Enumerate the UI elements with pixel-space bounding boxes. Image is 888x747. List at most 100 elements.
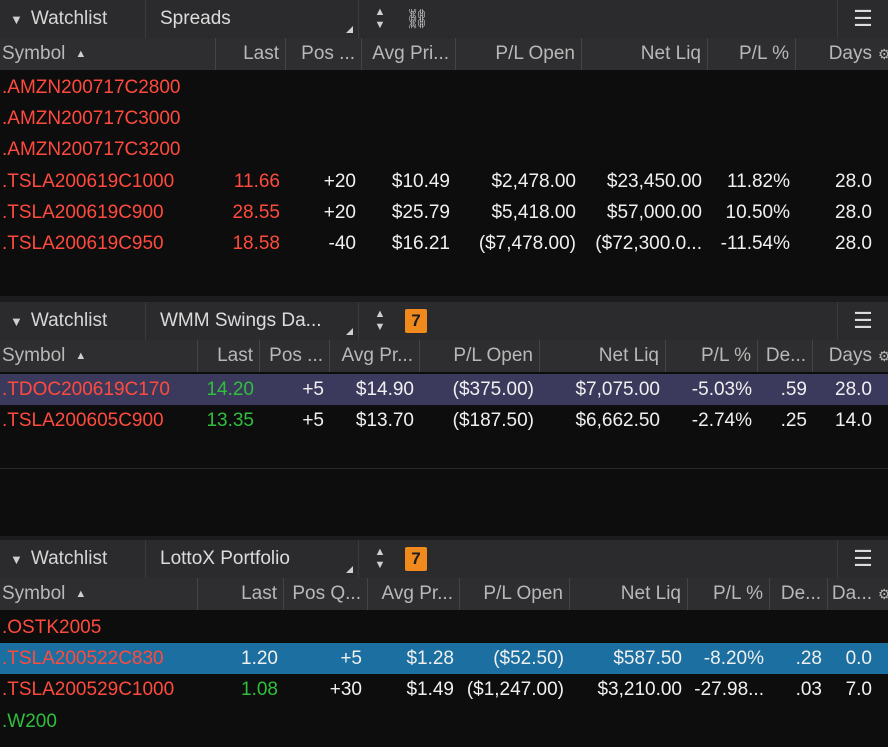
sort-asc-icon: ▲ xyxy=(75,588,87,600)
table-row[interactable]: .TSLA200619C950 18.58 -40 $16.21 ($7,478… xyxy=(0,228,888,259)
table-row[interactable]: .OSTK2005 xyxy=(0,612,216,643)
cell-symbol: .W200 xyxy=(2,710,57,732)
cell-pl-pct: -8.20% xyxy=(703,647,764,669)
hamburger-menu-icon[interactable]: ☰ xyxy=(837,540,888,578)
cell-pos: +5 xyxy=(302,409,324,431)
gear-icon[interactable]: ⚙ xyxy=(878,340,888,372)
column-last[interactable]: Last xyxy=(198,340,260,372)
cell-symbol: .TSLA200619C900 xyxy=(2,201,164,223)
hamburger-menu-icon[interactable]: ☰ xyxy=(837,0,888,38)
cell-last: 13.35 xyxy=(206,409,254,431)
column-avg-price[interactable]: Avg Pri... xyxy=(362,38,456,70)
column-days[interactable]: Days xyxy=(796,38,878,70)
panel-header: ▼ Watchlist WMM Swings Da... ▲ ▼ 7 ☰ xyxy=(0,302,888,341)
table-row[interactable]: .AMZN200717C3000 xyxy=(0,103,216,134)
column-pl-pct[interactable]: P/L % xyxy=(708,38,796,70)
column-pl-open[interactable]: P/L Open xyxy=(456,38,582,70)
cell-net-liq: $3,210.00 xyxy=(597,678,682,700)
cell-net-liq: $23,450.00 xyxy=(606,170,702,192)
column-days[interactable]: Da... xyxy=(828,578,878,610)
column-pos[interactable]: Pos Q... xyxy=(284,578,368,610)
cell-pl-open: ($7,478.00) xyxy=(478,232,576,254)
divider xyxy=(0,468,888,469)
table-row[interactable]: .W200 xyxy=(0,706,866,737)
sort-up-down-icon[interactable]: ▲ ▼ xyxy=(367,306,393,336)
column-net-liq[interactable]: Net Liq xyxy=(582,38,708,70)
sort-up-down-icon[interactable]: ▲ ▼ xyxy=(367,4,393,34)
column-pl-open[interactable]: P/L Open xyxy=(420,340,540,372)
table-row[interactable]: .TSLA200605C900 13.35 +5 $13.70 ($187.50… xyxy=(0,405,888,436)
dropdown-corner-icon[interactable] xyxy=(346,328,353,335)
watchlist-toggle[interactable]: ▼ Watchlist xyxy=(10,540,107,578)
cell-last: 14.20 xyxy=(206,378,254,400)
column-symbol[interactable]: Symbol ▲ xyxy=(0,340,198,372)
column-pos[interactable]: Pos ... xyxy=(260,340,330,372)
column-symbol[interactable]: Symbol ▲ xyxy=(0,578,198,610)
column-delta[interactable]: De... xyxy=(758,340,813,372)
dropdown-corner-icon[interactable] xyxy=(346,566,353,573)
watchlist-toggle[interactable]: ▼ Watchlist xyxy=(10,0,107,38)
cell-symbol: .AMZN200717C3200 xyxy=(2,138,181,160)
cell-avg-price: $10.49 xyxy=(391,170,450,192)
cell-symbol: .OSTK2005 xyxy=(2,616,102,638)
cell-last: 18.58 xyxy=(232,232,280,254)
column-label: Net Liq xyxy=(640,43,701,64)
chevron-down-icon[interactable]: ▼ xyxy=(10,12,23,27)
link-group-badge[interactable]: 7 xyxy=(405,309,427,333)
gear-icon[interactable]: ⚙ xyxy=(878,578,888,610)
table-body: .AMZN200717C2800 .AMZN200717C3000 .AMZN2… xyxy=(0,70,888,296)
panel-header: ▼ Watchlist Spreads ▲ ▼ ⛓ ☰ xyxy=(0,0,888,39)
column-label: Days xyxy=(828,345,872,366)
cell-last: 1.08 xyxy=(241,678,278,700)
link-icon[interactable]: ⛓ xyxy=(405,6,429,32)
table-body: .OSTK2005 .TSLA200522C830 1.20 +5 $1.28 … xyxy=(0,610,888,747)
watchlist-name: LottoX Portfolio xyxy=(160,548,290,569)
table-row[interactable]: .TDOC200619C170 14.20 +5 $14.90 ($375.00… xyxy=(0,374,888,405)
cell-symbol: .TSLA200522C830 xyxy=(2,647,164,669)
table-row[interactable]: .AMZN200717C3200 xyxy=(0,134,216,165)
column-avg-price[interactable]: Avg Pr... xyxy=(330,340,420,372)
cell-symbol: .TSLA200529C1000 xyxy=(2,678,175,700)
column-label: Da... xyxy=(831,583,872,604)
column-label: Pos Q... xyxy=(292,583,361,604)
chevron-down-icon[interactable]: ▼ xyxy=(10,552,23,567)
column-net-liq[interactable]: Net Liq xyxy=(570,578,688,610)
column-net-liq[interactable]: Net Liq xyxy=(540,340,666,372)
watchlist-selector[interactable]: WMM Swings Da... xyxy=(145,302,359,340)
column-days[interactable]: Days xyxy=(813,340,878,372)
table-row[interactable]: .TSLA200522C830 1.20 +5 $1.28 ($52.50) $… xyxy=(0,643,888,674)
table-row[interactable]: .AMZN200717C2800 xyxy=(0,72,216,103)
column-avg-price[interactable]: Avg Pr... xyxy=(368,578,460,610)
cell-net-liq: $6,662.50 xyxy=(575,409,660,431)
column-last[interactable]: Last xyxy=(198,578,284,610)
table-row[interactable]: .TSLA200619C1000 11.66 +20 $10.49 $2,478… xyxy=(0,166,888,197)
column-pos[interactable]: Pos ... xyxy=(286,38,362,70)
gear-icon[interactable]: ⚙ xyxy=(878,38,888,70)
link-group-badge[interactable]: 7 xyxy=(405,547,427,571)
table-row[interactable]: .TSLA200619C900 28.55 +20 $25.79 $5,418.… xyxy=(0,197,888,228)
column-delta[interactable]: De... xyxy=(770,578,828,610)
column-header-row: Symbol ▲ Last Pos ... Avg Pri... P/L Open… xyxy=(0,38,888,70)
table-row[interactable]: .TSLA200529C1000 1.08 +30 $1.49 ($1,247.… xyxy=(0,674,888,705)
cell-avg-price: $1.49 xyxy=(406,678,454,700)
cell-delta: .25 xyxy=(780,409,807,431)
sort-up-down-icon[interactable]: ▲ ▼ xyxy=(367,544,393,574)
dropdown-corner-icon[interactable] xyxy=(346,26,353,33)
watchlist-selector[interactable]: Spreads xyxy=(145,0,359,38)
cell-symbol: .TSLA200619C950 xyxy=(2,232,164,254)
column-pl-pct[interactable]: P/L % xyxy=(688,578,770,610)
column-symbol[interactable]: Symbol ▲ xyxy=(0,38,216,70)
cell-symbol: .AMZN200717C3000 xyxy=(2,107,181,129)
column-last[interactable]: Last xyxy=(216,38,286,70)
column-pl-pct[interactable]: P/L % xyxy=(666,340,758,372)
chevron-down-icon[interactable]: ▼ xyxy=(10,314,23,329)
column-pl-open[interactable]: P/L Open xyxy=(460,578,570,610)
watchlist-panel-spreads: ▼ Watchlist Spreads ▲ ▼ ⛓ ☰ Symbol ▲ Last … xyxy=(0,0,888,296)
cell-pl-pct: 11.82% xyxy=(726,170,790,192)
hamburger-menu-icon[interactable]: ☰ xyxy=(837,302,888,340)
watchlist-toggle[interactable]: ▼ Watchlist xyxy=(10,302,107,340)
cell-symbol: .TDOC200619C170 xyxy=(2,378,170,400)
cell-last: 11.66 xyxy=(233,170,280,192)
watchlist-selector[interactable]: LottoX Portfolio xyxy=(145,540,359,578)
column-label: P/L Open xyxy=(453,345,533,366)
